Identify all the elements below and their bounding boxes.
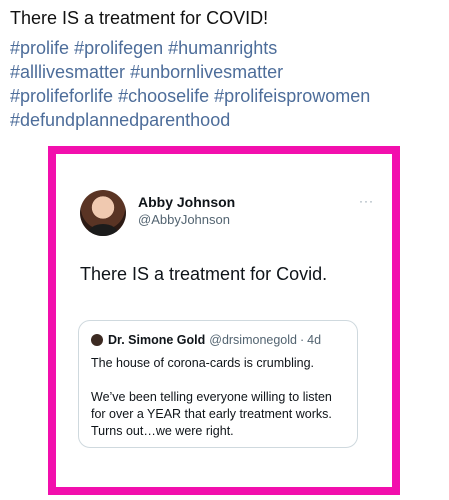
tweet-author-row: Abby Johnson @AbbyJohnson ··· (72, 184, 376, 242)
hashtag-prolifeforlife[interactable]: #prolifeforlife (10, 86, 113, 106)
hashtag-alllivesmatter[interactable]: #alllivesmatter (10, 62, 125, 82)
hashtag-prolifeisprowomen[interactable]: #prolifeisprowomen (214, 86, 370, 106)
quoted-author-handle: @drsimonegold (209, 333, 297, 347)
hashtag-unbornlivesmatter[interactable]: #unbornlivesmatter (130, 62, 283, 82)
hashtag-list: #prolife #prolifegen #humanrights #allli… (10, 36, 445, 132)
quoted-author-name: Dr. Simone Gold (108, 333, 206, 347)
quoted-separator: · (299, 333, 305, 347)
hashtag-humanrights[interactable]: #humanrights (168, 38, 277, 58)
quoted-tweet-header: Dr. Simone Gold @drsimonegold · 4d (91, 333, 345, 347)
tweet-author-handle: @AbbyJohnson (138, 212, 230, 227)
quoted-tweet: Dr. Simone Gold @drsimonegold · 4d The h… (78, 320, 358, 448)
quoted-timestamp: 4d (307, 333, 322, 347)
hashtag-chooselife[interactable]: #chooselife (118, 86, 209, 106)
tweet-card: Abby Johnson @AbbyJohnson ··· There IS a… (72, 184, 376, 285)
hashtag-defundplannedparenthood[interactable]: #defundplannedparenthood (10, 110, 230, 130)
more-options-icon: ··· (359, 194, 374, 208)
quoted-text-line1: The house of corona-cards is crumbling. (91, 356, 315, 370)
post-headline: There IS a treatment for COVID! (10, 8, 269, 28)
tweet-screenshot-image[interactable]: Abby Johnson @AbbyJohnson ··· There IS a… (48, 146, 400, 495)
hashtag-prolife[interactable]: #prolife (10, 38, 69, 58)
post-text: There IS a treatment for COVID! #prolife… (10, 6, 445, 132)
quoted-text-line2: We’ve been telling everyone willing to l… (91, 390, 332, 438)
tweet-text: There IS a treatment for Covid. (80, 264, 328, 284)
tweet-author-name: Abby Johnson (138, 194, 236, 210)
quoted-avatar (91, 334, 103, 346)
hashtag-prolifegen[interactable]: #prolifegen (74, 38, 163, 58)
avatar (80, 190, 126, 236)
